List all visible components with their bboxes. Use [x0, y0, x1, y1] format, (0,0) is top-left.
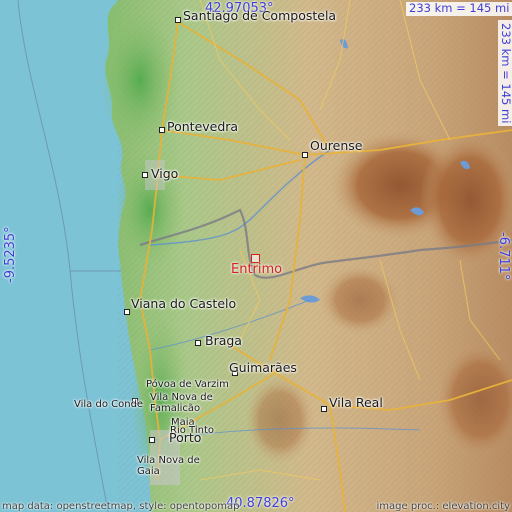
city-label-ourense[interactable]: Ourense [310, 139, 362, 153]
scale-horizontal: 233 km = 145 mi [406, 2, 512, 16]
city-dot-braga [195, 340, 201, 346]
scale-vertical: 233 km = 145 mi [498, 20, 512, 127]
city-label-vigo[interactable]: Vigo [151, 167, 178, 181]
city-dot-viana [124, 309, 130, 315]
city-label-porto[interactable]: Porto [169, 431, 201, 445]
city-dot-pontevedra [159, 127, 165, 133]
city-dot-santiago [175, 17, 181, 23]
city-label-viana[interactable]: Viana do Castelo [131, 297, 236, 311]
city-dot-vila-real [321, 406, 327, 412]
city-label-vila-real[interactable]: Vila Real [329, 396, 383, 410]
attribution-right: image proc.: elevation.city [376, 501, 511, 512]
city-dot-ourense [302, 152, 308, 158]
city-label-santiago[interactable]: Santiago de Compostela [183, 9, 336, 23]
target-location-label[interactable]: Entrimo [231, 263, 282, 276]
right-longitude-label: -6.711° [496, 232, 511, 281]
city-label-pontevedra[interactable]: Pontevedra [167, 120, 238, 134]
city-dot-vigo [142, 172, 148, 178]
city-label-povoa[interactable]: Póvoa de Varzim [146, 380, 229, 390]
map-canvas[interactable]: 42.97053° 40.87826° -9.5235° -6.711° 233… [0, 0, 512, 512]
left-longitude-label: -9.5235° [3, 226, 18, 283]
city-label-braga[interactable]: Braga [205, 334, 242, 348]
city-label-vila-conde[interactable]: Vila do Conde [74, 400, 143, 410]
city-label-vn-gaia[interactable]: Vila Nova de Gaia [137, 455, 201, 477]
city-label-guimaraes[interactable]: Guimarães [229, 361, 297, 375]
attribution-left: map data: openstreetmap, style: opentopo… [2, 501, 240, 512]
city-label-vn-famalicao[interactable]: Vila Nova de Famalicão [150, 392, 220, 414]
city-dot-porto [149, 437, 155, 443]
